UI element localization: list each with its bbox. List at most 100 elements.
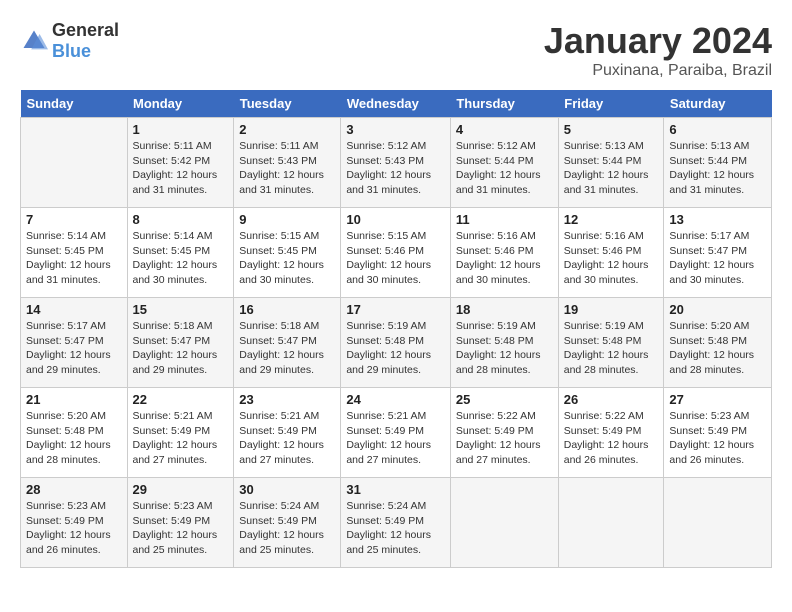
- day-cell: 25 Sunrise: 5:22 AM Sunset: 5:49 PM Dayli…: [450, 388, 558, 478]
- day-number: 9: [239, 212, 335, 227]
- day-info: Sunrise: 5:20 AM Sunset: 5:48 PM Dayligh…: [26, 409, 122, 468]
- location-title: Puxinana, Paraiba, Brazil: [544, 62, 772, 80]
- day-cell: 14 Sunrise: 5:17 AM Sunset: 5:47 PM Dayli…: [21, 298, 128, 388]
- day-cell: 15 Sunrise: 5:18 AM Sunset: 5:47 PM Dayli…: [127, 298, 234, 388]
- calendar-table: SundayMondayTuesdayWednesdayThursdayFrid…: [20, 90, 772, 568]
- day-info: Sunrise: 5:11 AM Sunset: 5:42 PM Dayligh…: [133, 139, 229, 198]
- day-number: 14: [26, 302, 122, 317]
- day-number: 26: [564, 392, 659, 407]
- day-number: 18: [456, 302, 553, 317]
- day-number: 19: [564, 302, 659, 317]
- day-info: Sunrise: 5:11 AM Sunset: 5:43 PM Dayligh…: [239, 139, 335, 198]
- day-number: 30: [239, 482, 335, 497]
- day-number: 7: [26, 212, 122, 227]
- day-number: 15: [133, 302, 229, 317]
- day-info: Sunrise: 5:22 AM Sunset: 5:49 PM Dayligh…: [456, 409, 553, 468]
- day-number: 10: [346, 212, 445, 227]
- day-number: 25: [456, 392, 553, 407]
- day-cell: 3 Sunrise: 5:12 AM Sunset: 5:43 PM Daylig…: [341, 118, 451, 208]
- logo-general: General: [52, 20, 119, 40]
- day-cell: 6 Sunrise: 5:13 AM Sunset: 5:44 PM Daylig…: [664, 118, 772, 208]
- day-number: 11: [456, 212, 553, 227]
- day-cell: 2 Sunrise: 5:11 AM Sunset: 5:43 PM Daylig…: [234, 118, 341, 208]
- day-info: Sunrise: 5:18 AM Sunset: 5:47 PM Dayligh…: [133, 319, 229, 378]
- logo: General Blue: [20, 20, 119, 62]
- day-cell: 8 Sunrise: 5:14 AM Sunset: 5:45 PM Daylig…: [127, 208, 234, 298]
- day-info: Sunrise: 5:23 AM Sunset: 5:49 PM Dayligh…: [133, 499, 229, 558]
- day-number: 3: [346, 122, 445, 137]
- week-row-4: 21 Sunrise: 5:20 AM Sunset: 5:48 PM Dayli…: [21, 388, 772, 478]
- day-number: 20: [669, 302, 766, 317]
- day-number: 31: [346, 482, 445, 497]
- day-cell: 29 Sunrise: 5:23 AM Sunset: 5:49 PM Dayli…: [127, 478, 234, 568]
- day-info: Sunrise: 5:13 AM Sunset: 5:44 PM Dayligh…: [669, 139, 766, 198]
- day-cell: 31 Sunrise: 5:24 AM Sunset: 5:49 PM Dayli…: [341, 478, 451, 568]
- week-row-5: 28 Sunrise: 5:23 AM Sunset: 5:49 PM Dayli…: [21, 478, 772, 568]
- day-cell: 4 Sunrise: 5:12 AM Sunset: 5:44 PM Daylig…: [450, 118, 558, 208]
- day-number: 4: [456, 122, 553, 137]
- day-number: 16: [239, 302, 335, 317]
- day-info: Sunrise: 5:12 AM Sunset: 5:44 PM Dayligh…: [456, 139, 553, 198]
- day-cell: 19 Sunrise: 5:19 AM Sunset: 5:48 PM Dayli…: [558, 298, 664, 388]
- week-row-2: 7 Sunrise: 5:14 AM Sunset: 5:45 PM Daylig…: [21, 208, 772, 298]
- day-number: 29: [133, 482, 229, 497]
- day-info: Sunrise: 5:16 AM Sunset: 5:46 PM Dayligh…: [564, 229, 659, 288]
- day-cell: 10 Sunrise: 5:15 AM Sunset: 5:46 PM Dayli…: [341, 208, 451, 298]
- day-number: 5: [564, 122, 659, 137]
- day-number: 24: [346, 392, 445, 407]
- day-info: Sunrise: 5:21 AM Sunset: 5:49 PM Dayligh…: [133, 409, 229, 468]
- day-info: Sunrise: 5:15 AM Sunset: 5:46 PM Dayligh…: [346, 229, 445, 288]
- day-cell: 17 Sunrise: 5:19 AM Sunset: 5:48 PM Dayli…: [341, 298, 451, 388]
- logo-blue: Blue: [52, 41, 91, 61]
- day-info: Sunrise: 5:13 AM Sunset: 5:44 PM Dayligh…: [564, 139, 659, 198]
- day-number: 8: [133, 212, 229, 227]
- day-info: Sunrise: 5:18 AM Sunset: 5:47 PM Dayligh…: [239, 319, 335, 378]
- day-info: Sunrise: 5:19 AM Sunset: 5:48 PM Dayligh…: [346, 319, 445, 378]
- day-cell: 9 Sunrise: 5:15 AM Sunset: 5:45 PM Daylig…: [234, 208, 341, 298]
- day-info: Sunrise: 5:12 AM Sunset: 5:43 PM Dayligh…: [346, 139, 445, 198]
- day-cell: [21, 118, 128, 208]
- logo-icon: [20, 27, 48, 55]
- week-row-3: 14 Sunrise: 5:17 AM Sunset: 5:47 PM Dayli…: [21, 298, 772, 388]
- day-cell: 16 Sunrise: 5:18 AM Sunset: 5:47 PM Dayli…: [234, 298, 341, 388]
- day-number: 6: [669, 122, 766, 137]
- title-block: January 2024 Puxinana, Paraiba, Brazil: [544, 20, 772, 80]
- header-cell-wednesday: Wednesday: [341, 90, 451, 118]
- header-cell-sunday: Sunday: [21, 90, 128, 118]
- day-number: 27: [669, 392, 766, 407]
- day-info: Sunrise: 5:19 AM Sunset: 5:48 PM Dayligh…: [456, 319, 553, 378]
- day-cell: 18 Sunrise: 5:19 AM Sunset: 5:48 PM Dayli…: [450, 298, 558, 388]
- day-cell: 24Sunrise: 5:21 AM Sunset: 5:49 PM Dayli…: [341, 388, 451, 478]
- day-info: Sunrise: 5:19 AM Sunset: 5:48 PM Dayligh…: [564, 319, 659, 378]
- day-info: Sunrise: 5:16 AM Sunset: 5:46 PM Dayligh…: [456, 229, 553, 288]
- header-cell-friday: Friday: [558, 90, 664, 118]
- day-cell: 12Sunrise: 5:16 AM Sunset: 5:46 PM Dayli…: [558, 208, 664, 298]
- day-cell: 27 Sunrise: 5:23 AM Sunset: 5:49 PM Dayli…: [664, 388, 772, 478]
- day-number: 2: [239, 122, 335, 137]
- day-number: 1: [133, 122, 229, 137]
- header-row: SundayMondayTuesdayWednesdayThursdayFrid…: [21, 90, 772, 118]
- day-info: Sunrise: 5:24 AM Sunset: 5:49 PM Dayligh…: [239, 499, 335, 558]
- day-info: Sunrise: 5:17 AM Sunset: 5:47 PM Dayligh…: [26, 319, 122, 378]
- day-number: 17: [346, 302, 445, 317]
- day-info: Sunrise: 5:17 AM Sunset: 5:47 PM Dayligh…: [669, 229, 766, 288]
- day-number: 21: [26, 392, 122, 407]
- header-cell-saturday: Saturday: [664, 90, 772, 118]
- calendar-header: SundayMondayTuesdayWednesdayThursdayFrid…: [21, 90, 772, 118]
- day-cell: 21 Sunrise: 5:20 AM Sunset: 5:48 PM Dayli…: [21, 388, 128, 478]
- day-info: Sunrise: 5:24 AM Sunset: 5:49 PM Dayligh…: [346, 499, 445, 558]
- day-info: Sunrise: 5:22 AM Sunset: 5:49 PM Dayligh…: [564, 409, 659, 468]
- day-number: 28: [26, 482, 122, 497]
- day-cell: 1 Sunrise: 5:11 AM Sunset: 5:42 PM Daylig…: [127, 118, 234, 208]
- day-info: Sunrise: 5:15 AM Sunset: 5:45 PM Dayligh…: [239, 229, 335, 288]
- day-cell: 5 Sunrise: 5:13 AM Sunset: 5:44 PM Daylig…: [558, 118, 664, 208]
- day-number: 22: [133, 392, 229, 407]
- header-cell-thursday: Thursday: [450, 90, 558, 118]
- day-cell: 11 Sunrise: 5:16 AM Sunset: 5:46 PM Dayli…: [450, 208, 558, 298]
- day-info: Sunrise: 5:14 AM Sunset: 5:45 PM Dayligh…: [133, 229, 229, 288]
- day-cell: 30 Sunrise: 5:24 AM Sunset: 5:49 PM Dayli…: [234, 478, 341, 568]
- day-info: Sunrise: 5:23 AM Sunset: 5:49 PM Dayligh…: [669, 409, 766, 468]
- day-info: Sunrise: 5:23 AM Sunset: 5:49 PM Dayligh…: [26, 499, 122, 558]
- header-cell-monday: Monday: [127, 90, 234, 118]
- page-header: General Blue January 2024 Puxinana, Para…: [20, 20, 772, 80]
